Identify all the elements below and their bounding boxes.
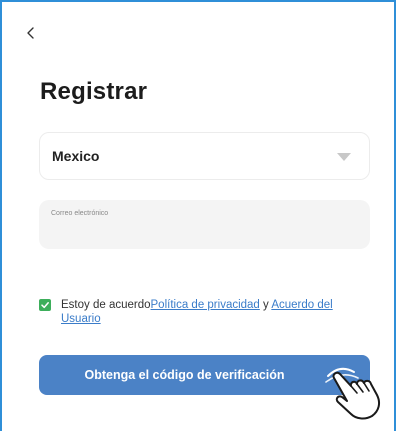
email-label: Correo electrónico — [51, 210, 109, 217]
checkmark-icon — [41, 302, 49, 309]
agreement-checkbox[interactable] — [39, 299, 51, 311]
email-field[interactable]: Correo electrónico — [39, 200, 370, 249]
page-title: Registrar — [40, 78, 148, 105]
app-screen: Registrar Mexico Correo electrónico Esto… — [0, 0, 396, 431]
chevron-left-icon — [27, 27, 34, 39]
agreement-and: y — [259, 299, 272, 311]
privacy-policy-link[interactable]: Política de privacidad — [151, 299, 260, 311]
get-verification-code-button[interactable]: Obtenga el código de verificación — [39, 355, 370, 395]
back-button[interactable] — [22, 24, 40, 42]
email-input[interactable] — [51, 222, 351, 242]
country-value: Mexico — [52, 148, 100, 164]
country-select[interactable]: Mexico — [39, 132, 370, 180]
triangle-down-icon — [337, 153, 351, 161]
agreement-prefix: Estoy de acuerdo — [61, 299, 151, 311]
agreement-text: Estoy de acuerdoPolítica de privacidad y… — [61, 298, 371, 326]
